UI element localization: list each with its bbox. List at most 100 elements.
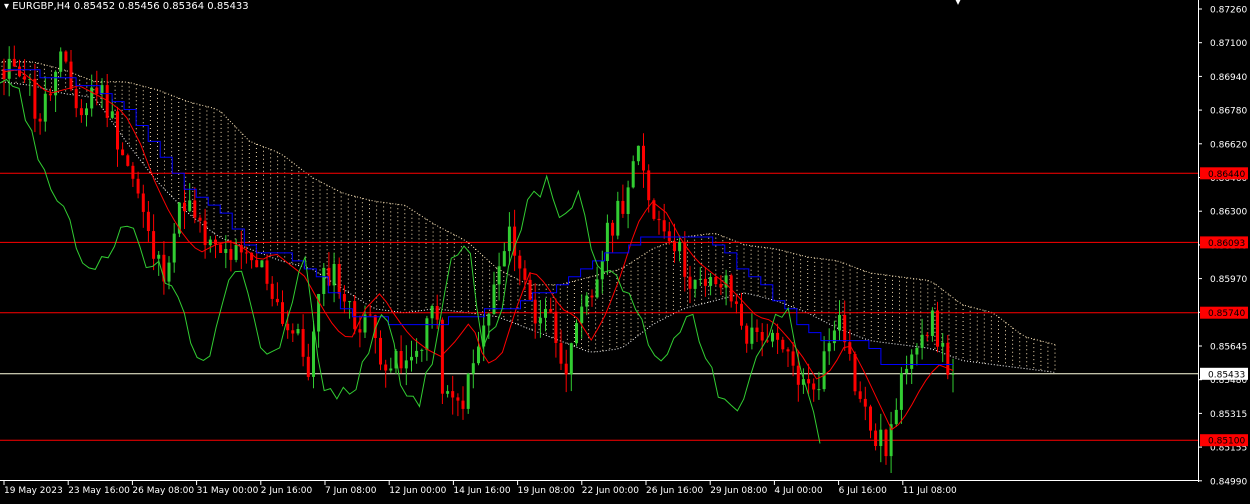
candle-body [848, 342, 852, 354]
time-tick-label: 19 Jun 08:00 [518, 486, 575, 496]
candle-body [342, 294, 346, 302]
candle-body [286, 323, 290, 331]
candle-body [832, 330, 836, 344]
candle-body [853, 354, 857, 392]
candle-body [48, 93, 52, 96]
candle-body [69, 61, 73, 90]
candle-body [172, 233, 176, 263]
candle-body [626, 187, 630, 214]
collapse-arrow-icon[interactable]: ▾ [955, 0, 961, 8]
candle-body [745, 325, 749, 344]
candle-body [116, 111, 119, 150]
candle-body [440, 319, 444, 394]
candle-body [807, 379, 811, 384]
candle-body [724, 275, 728, 288]
candle-body [358, 329, 362, 333]
candle-body [843, 315, 847, 343]
price-tick-label: 0.84990 [1210, 477, 1247, 487]
candle-body [905, 368, 909, 374]
candle-body [636, 145, 640, 162]
candle-body [760, 332, 764, 341]
candle-body [776, 332, 780, 340]
candle-body [544, 309, 547, 318]
dropdown-triangle-icon[interactable]: ▾ [4, 1, 9, 12]
candle-body [678, 241, 682, 252]
candle-body [399, 351, 403, 369]
candle-body [910, 354, 914, 369]
chart-window[interactable]: 0.87260 0.87100 0.86940 0.86780 0.86620 0.864… [0, 0, 1250, 500]
candle-body [879, 429, 883, 446]
candle-body [79, 108, 83, 116]
chart-background [0, 0, 1250, 500]
candle-body [595, 279, 599, 298]
candle-body [827, 343, 831, 352]
candle-body [502, 251, 506, 267]
price-level-tag: 0.85100 [1208, 437, 1245, 447]
candle-body [523, 268, 527, 280]
time-tick-label: 12 Jun 00:00 [389, 486, 446, 496]
candle-body [260, 260, 264, 268]
candle-body [569, 343, 573, 375]
candle-body [796, 365, 800, 385]
candle-body [110, 111, 114, 118]
candle-body [193, 200, 197, 218]
candle-body [884, 429, 888, 457]
candle-body [822, 351, 826, 390]
candle-body [930, 310, 934, 336]
candle-body [435, 306, 439, 320]
candle-body [332, 264, 336, 286]
time-tick-label: 31 May 00:00 [197, 486, 259, 496]
candle-body [306, 356, 310, 377]
candle-body [585, 295, 589, 307]
time-tick-label: 26 May 08:00 [132, 486, 194, 496]
candle-body [384, 364, 388, 371]
candle-body [203, 220, 207, 246]
candle-body [673, 241, 676, 252]
candle-body [492, 284, 496, 314]
candle-body [698, 278, 702, 280]
candle-body [466, 373, 470, 409]
candle-body [141, 193, 145, 212]
candle-body [291, 330, 295, 334]
candle-body [951, 373, 955, 375]
candle-body [348, 301, 352, 303]
time-tick-label: 7 Jun 08:00 [325, 486, 377, 496]
price-tick-label: 0.85645 [1210, 343, 1247, 353]
candle-body [838, 315, 841, 331]
candle-body [183, 202, 186, 212]
candle-body [446, 391, 450, 394]
candle-body [229, 249, 233, 260]
candle-body [131, 165, 135, 179]
candle-body [863, 398, 867, 407]
candle-body [38, 118, 42, 122]
candle-body [430, 306, 434, 319]
candle-body [693, 279, 697, 289]
time-tick-label: 6 Jul 16:00 [839, 486, 888, 496]
candle-body [296, 329, 300, 334]
candle-body [456, 397, 460, 401]
ohlc-values: 0.85452 0.85456 0.85364 0.85433 [73, 1, 249, 12]
candle-body [714, 277, 718, 285]
candle-body [95, 87, 99, 94]
candle-body [734, 301, 738, 304]
price-tick-label: 0.86940 [1210, 73, 1247, 83]
candle-body [425, 318, 429, 350]
candle-body [337, 264, 341, 294]
candle-body [616, 200, 620, 236]
price-chart[interactable]: 0.87260 0.87100 0.86940 0.86780 0.86620 0.864… [0, 0, 1250, 500]
candle-body [219, 244, 223, 253]
candle-body [559, 343, 563, 364]
candle-body [771, 332, 774, 342]
candle-body [869, 406, 872, 431]
candle-body [894, 409, 898, 425]
candle-body [740, 303, 743, 326]
candle-body [389, 368, 393, 371]
price-level-tag: 0.86093 [1208, 239, 1245, 249]
candle-body [781, 339, 785, 350]
candle-body [188, 200, 192, 212]
candle-body [662, 220, 666, 232]
candle-body [281, 302, 284, 324]
candle-body [90, 87, 94, 109]
candle-body [415, 350, 419, 357]
candle-body [64, 51, 68, 62]
